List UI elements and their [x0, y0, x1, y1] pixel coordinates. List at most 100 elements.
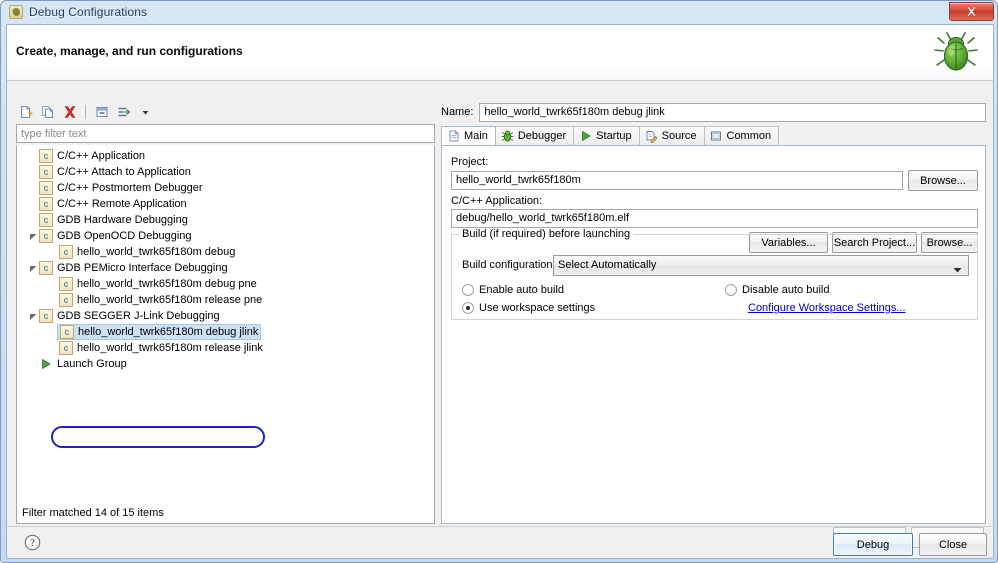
tree-expand-icon[interactable] [27, 260, 39, 276]
tree-twisty-empty [47, 276, 59, 292]
tree-item[interactable]: C/C++ Application [17, 148, 434, 164]
collapse-all-icon[interactable] [92, 103, 111, 121]
radio-label: Enable auto build [479, 284, 565, 296]
tree-item[interactable]: GDB OpenOCD Debugging [17, 228, 434, 244]
tree-item-text: hello_world_twrk65f180m debug [77, 246, 236, 258]
new-configuration-icon[interactable] [16, 103, 35, 121]
name-input[interactable]: hello_world_twrk65f180m debug jlink [479, 102, 986, 122]
radio-enable-auto-build[interactable]: Enable auto build [462, 284, 564, 296]
tree-item-label: hello_world_twrk65f180m debug [59, 245, 235, 259]
tree-item[interactable]: C/C++ Postmortem Debugger [17, 180, 434, 196]
tree-item-text: C/C++ Attach to Application [57, 166, 191, 178]
common-icon [710, 130, 723, 143]
delete-configuration-icon[interactable] [60, 103, 79, 121]
tree-item[interactable]: hello_world_twrk65f180m debug pne [17, 276, 434, 292]
startup-play-icon [579, 130, 592, 143]
filter-input[interactable]: type filter text [16, 124, 435, 143]
tree-item[interactable]: hello_world_twrk65f180m debug [17, 244, 434, 260]
bottom-divider [7, 526, 993, 527]
tree-item-text: hello_world_twrk65f180m debug jlink [78, 325, 259, 338]
c-app-icon [39, 181, 53, 195]
tree-item-text: C/C++ Remote Application [57, 198, 187, 210]
tree-item-text: GDB OpenOCD Debugging [57, 230, 192, 242]
tab-source[interactable]: Source [638, 126, 705, 145]
configurations-tree-panel: type filter text C/C++ ApplicationC/C++ … [16, 102, 435, 524]
project-browse-button[interactable]: Browse... [908, 170, 978, 191]
c-app-icon [39, 309, 53, 323]
tree-twisty-empty [27, 212, 39, 228]
tree-item-label: GDB SEGGER J-Link Debugging [39, 309, 220, 323]
tab-label: Debugger [517, 130, 567, 142]
tree-item-text: GDB PEMicro Interface Debugging [57, 262, 228, 274]
tree-item[interactable]: C/C++ Attach to Application [17, 164, 434, 180]
tab-label: Common [726, 130, 772, 142]
tree-item[interactable]: GDB PEMicro Interface Debugging [17, 260, 434, 276]
close-button[interactable]: Close [919, 533, 987, 556]
application-label: C/C++ Application: [451, 195, 543, 207]
c-app-icon [39, 213, 53, 227]
tree-item-text: hello_world_twrk65f180m release pne [77, 294, 263, 306]
tab-label: Main [464, 130, 488, 142]
tree-item-text: C/C++ Postmortem Debugger [57, 182, 203, 194]
tab-label: Startup [596, 130, 632, 142]
window-title: Debug Configurations [29, 5, 148, 19]
c-app-icon [39, 229, 53, 243]
c-app-icon [39, 149, 53, 163]
tab-common[interactable]: Common [703, 126, 780, 145]
tree-item-text: GDB SEGGER J-Link Debugging [57, 310, 220, 322]
help-icon[interactable]: ? [24, 534, 41, 551]
tree-item-label: C/C++ Postmortem Debugger [39, 181, 203, 195]
tree-item[interactable]: GDB Hardware Debugging [17, 212, 434, 228]
tree-toolbar [16, 102, 435, 122]
build-configuration-value: Select Automatically [558, 259, 657, 271]
c-app-icon [60, 324, 74, 339]
tree-expand-icon[interactable] [27, 228, 39, 244]
duplicate-configuration-icon[interactable] [38, 103, 57, 121]
tree-twisty-empty [27, 148, 39, 164]
tree-item-text: GDB Hardware Debugging [57, 214, 188, 226]
title-bar: Debug Configurations [1, 1, 997, 23]
tree-item-label: hello_world_twrk65f180m debug jlink [57, 323, 262, 340]
build-configuration-select[interactable]: Select Automatically [553, 255, 969, 276]
page-icon [447, 130, 460, 143]
radio-use-workspace-settings[interactable]: Use workspace settings [462, 302, 595, 314]
tree-item[interactable]: hello_world_twrk65f180m release jlink [17, 340, 434, 356]
configurations-tree[interactable]: C/C++ Application C/C++ Attach to Applica… [16, 145, 435, 524]
configure-workspace-settings-link[interactable]: Configure Workspace Settings... [748, 302, 906, 314]
filter-configurations-icon[interactable] [114, 103, 133, 121]
project-input[interactable]: hello_world_twrk65f180m [451, 171, 903, 190]
tree-item-label: Launch Group [39, 357, 127, 371]
tree-item[interactable]: GDB SEGGER J-Link Debugging [17, 308, 434, 324]
debug-button[interactable]: Debug [833, 533, 913, 556]
tree-twisty-empty [47, 340, 59, 356]
c-app-icon [39, 197, 53, 211]
filter-status-text: Filter matched 14 of 15 items [22, 507, 164, 519]
tree-item-text: C/C++ Application [57, 150, 146, 162]
tree-item-label: GDB OpenOCD Debugging [39, 229, 192, 243]
radio-indicator [725, 284, 737, 296]
tree-item-text: hello_world_twrk65f180m release jlink [77, 342, 263, 354]
tree-item-text: Launch Group [57, 358, 127, 370]
main-tab-panel: Project: hello_world_twrk65f180m Browse.… [441, 146, 986, 524]
window-bug-icon [9, 5, 23, 19]
configuration-details-panel: Name: hello_world_twrk65f180m debug jlin… [441, 102, 986, 548]
dialog-header: Create, manage, and run configurations [7, 25, 993, 81]
tree-item[interactable]: C/C++ Remote Application [17, 196, 434, 212]
debugger-icon [501, 130, 514, 143]
window-close-button[interactable] [949, 2, 994, 21]
application-input[interactable]: debug/hello_world_twrk65f180m.elf [451, 209, 978, 228]
tab-startup[interactable]: Startup [573, 126, 640, 145]
page-title: Create, manage, and run configurations [16, 44, 243, 58]
c-app-icon [59, 341, 73, 355]
tree-item-label: C/C++ Attach to Application [39, 165, 191, 179]
tree-item[interactable]: hello_world_twrk65f180m release pne [17, 292, 434, 308]
tab-main[interactable]: Main [441, 126, 496, 145]
toolbar-separator [85, 105, 86, 119]
tab-debugger[interactable]: Debugger [494, 126, 575, 145]
tree-item[interactable]: Launch Group [17, 356, 434, 372]
toolbar-menu-arrow-icon[interactable] [136, 103, 155, 121]
tree-twisty-empty [27, 164, 39, 180]
tree-expand-icon[interactable] [27, 308, 39, 324]
tree-item[interactable]: hello_world_twrk65f180m debug jlink [17, 323, 434, 340]
radio-disable-auto-build[interactable]: Disable auto build [725, 284, 829, 296]
